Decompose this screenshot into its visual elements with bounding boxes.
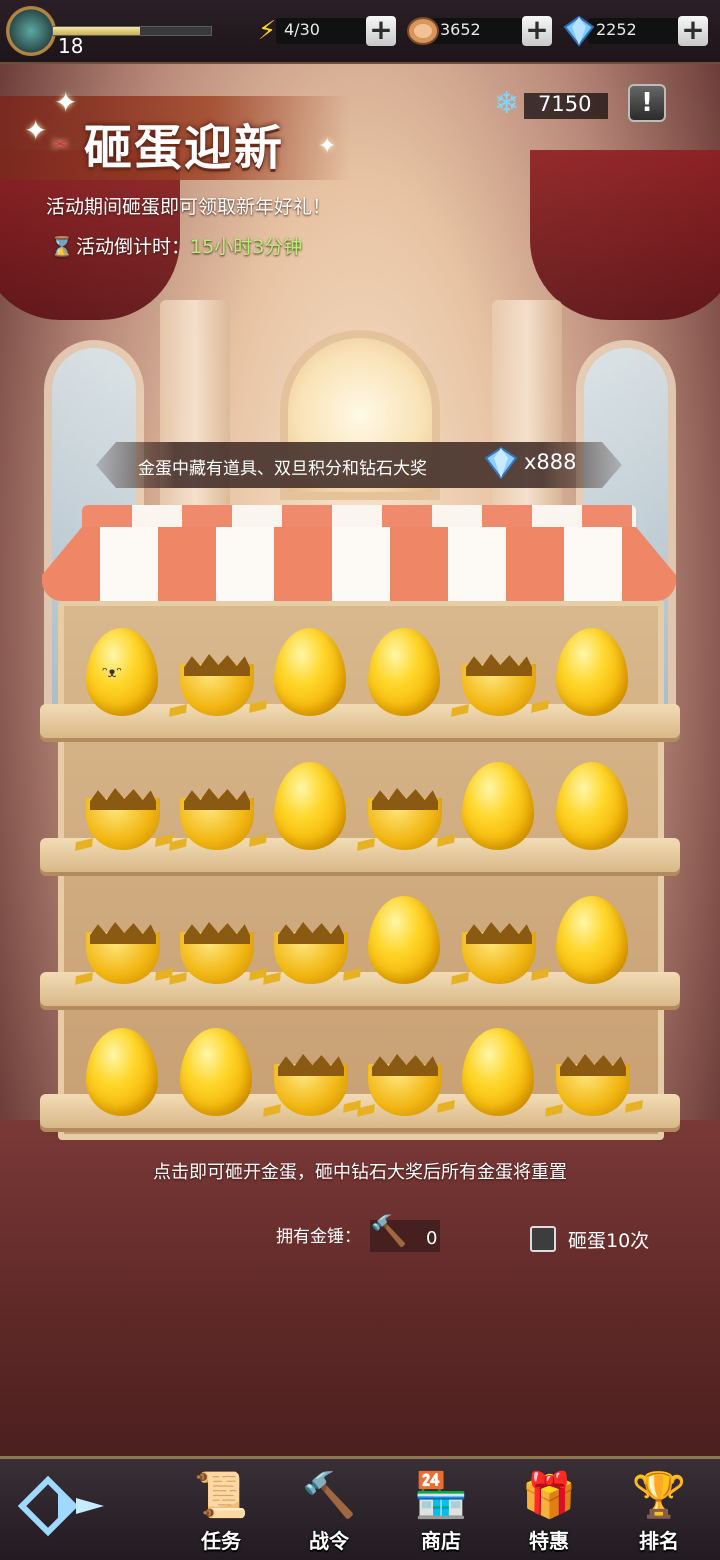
add-coins-button[interactable]: + — [522, 16, 552, 46]
prize-description: 金蛋中藏有道具、双旦积分和钻石大奖 — [138, 459, 427, 479]
egg-face: ᵔᴥᵔ — [102, 665, 123, 681]
gift-icon: 🎁 — [521, 1470, 577, 1521]
trophy-icon: 🏆 — [631, 1470, 687, 1521]
nav-battle-pass[interactable]: 🔨 战令 — [284, 1466, 374, 1556]
nav-special-offers[interactable]: 🎁 特惠 — [504, 1466, 594, 1556]
smash-10-checkbox[interactable] — [530, 1226, 556, 1252]
diamond-icon — [484, 446, 518, 480]
sparkle-icon: ✦ — [54, 86, 78, 119]
hammer-bow-icon: ✂ — [52, 132, 69, 156]
info-button[interactable]: ! — [628, 84, 666, 122]
hourglass-icon: ⌛ — [50, 236, 74, 258]
home-logo-button[interactable] — [17, 1474, 110, 1538]
gold-hammer-icon: 🔨 — [370, 1214, 408, 1249]
sparkle-icon: ✦ — [24, 114, 48, 147]
add-stamina-button[interactable]: + — [366, 16, 396, 46]
add-gems-button[interactable]: + — [678, 16, 708, 46]
lightning-icon: ⚡ — [257, 16, 277, 46]
event-title: 砸蛋迎新 — [84, 120, 285, 176]
snowflake-icon: ❄ — [494, 86, 520, 121]
hammer-icon: 🔨 — [301, 1470, 357, 1521]
hammer-label: 拥有金锤： — [276, 1227, 361, 1247]
nav-tasks[interactable]: 📜 任务 — [176, 1466, 266, 1556]
event-countdown: ⌛ 活动倒计时：15小时3分钟 — [50, 236, 303, 258]
coin-icon — [406, 14, 440, 48]
curtain-right — [530, 150, 720, 320]
nav-shop[interactable]: 🏪 商店 — [396, 1466, 486, 1556]
hammer-count: 0 — [426, 1228, 438, 1249]
shop-icon: 🏪 — [413, 1470, 469, 1521]
prize-amount: x888 — [524, 450, 577, 474]
nav-ranking[interactable]: 🏆 排名 — [614, 1466, 704, 1556]
player-level: 18 — [58, 34, 84, 58]
shelf-awning — [42, 505, 676, 605]
player-level-emblem[interactable] — [6, 6, 56, 56]
sparkle-icon: ✦ — [318, 134, 337, 159]
scroll-icon: 📜 — [193, 1470, 249, 1521]
diamond-icon — [562, 14, 596, 48]
instruction-tip: 点击即可砸开金蛋，砸中钻石大奖后所有金蛋将重置 — [153, 1162, 567, 1183]
snowflake-counter: ❄ 7150 — [494, 86, 614, 122]
event-subtitle: 活动期间砸蛋即可领取新年好礼！ — [46, 196, 332, 218]
smash-10-label[interactable]: 砸蛋10次 — [568, 1226, 649, 1253]
